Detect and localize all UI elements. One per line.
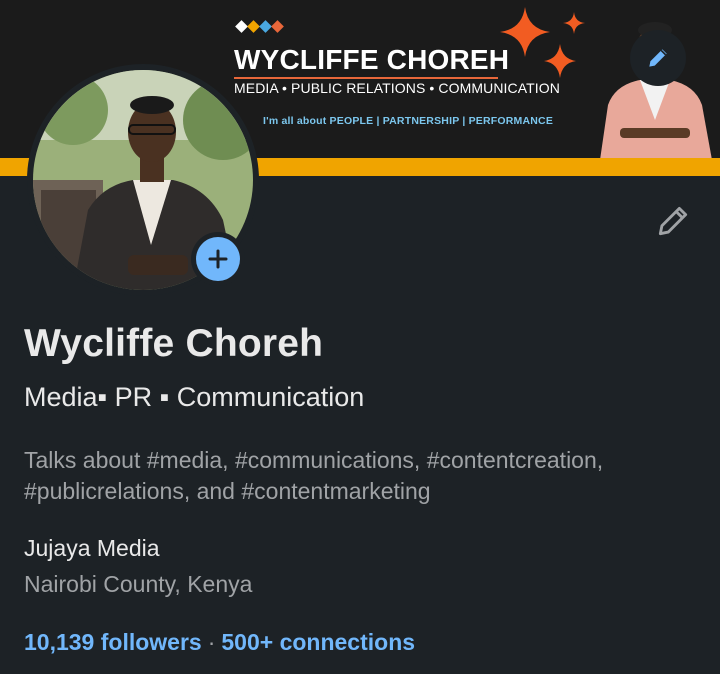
banner-title: WYCLIFFE CHOREH bbox=[234, 44, 510, 75]
followers-link[interactable]: 10,139 followers bbox=[24, 629, 202, 655]
sparkle-stars-icon bbox=[500, 7, 585, 78]
profile-name: Wycliffe Choreh bbox=[24, 322, 324, 365]
banner-tagline: I'm all about PEOPLE | PARTNERSHIP | PER… bbox=[263, 115, 554, 127]
profile-location: Nairobi County, Kenya bbox=[24, 571, 253, 597]
profile-headline: Media▪ PR ▪ Communication bbox=[24, 382, 365, 412]
banner-subtitle: MEDIA • PUBLIC RELATIONS • COMMUNICATION bbox=[234, 80, 560, 96]
connections-link[interactable]: 500+ connections bbox=[221, 629, 415, 655]
add-photo-button[interactable] bbox=[191, 232, 245, 286]
banner-logo-diamonds bbox=[235, 20, 284, 33]
stats-separator: · bbox=[207, 629, 216, 655]
banner-divider bbox=[234, 77, 498, 79]
edit-intro-button[interactable] bbox=[650, 198, 696, 244]
profile-company[interactable]: Jujaya Media bbox=[24, 535, 160, 562]
pencil-icon bbox=[649, 49, 667, 67]
profile-hashtags: Talks about #media, #communications, #co… bbox=[24, 447, 604, 504]
pencil-icon bbox=[658, 206, 688, 236]
edit-banner-button[interactable] bbox=[630, 30, 686, 86]
plus-icon bbox=[208, 249, 228, 269]
network-stats: 10,139 followers · 500+ connections bbox=[24, 629, 415, 656]
